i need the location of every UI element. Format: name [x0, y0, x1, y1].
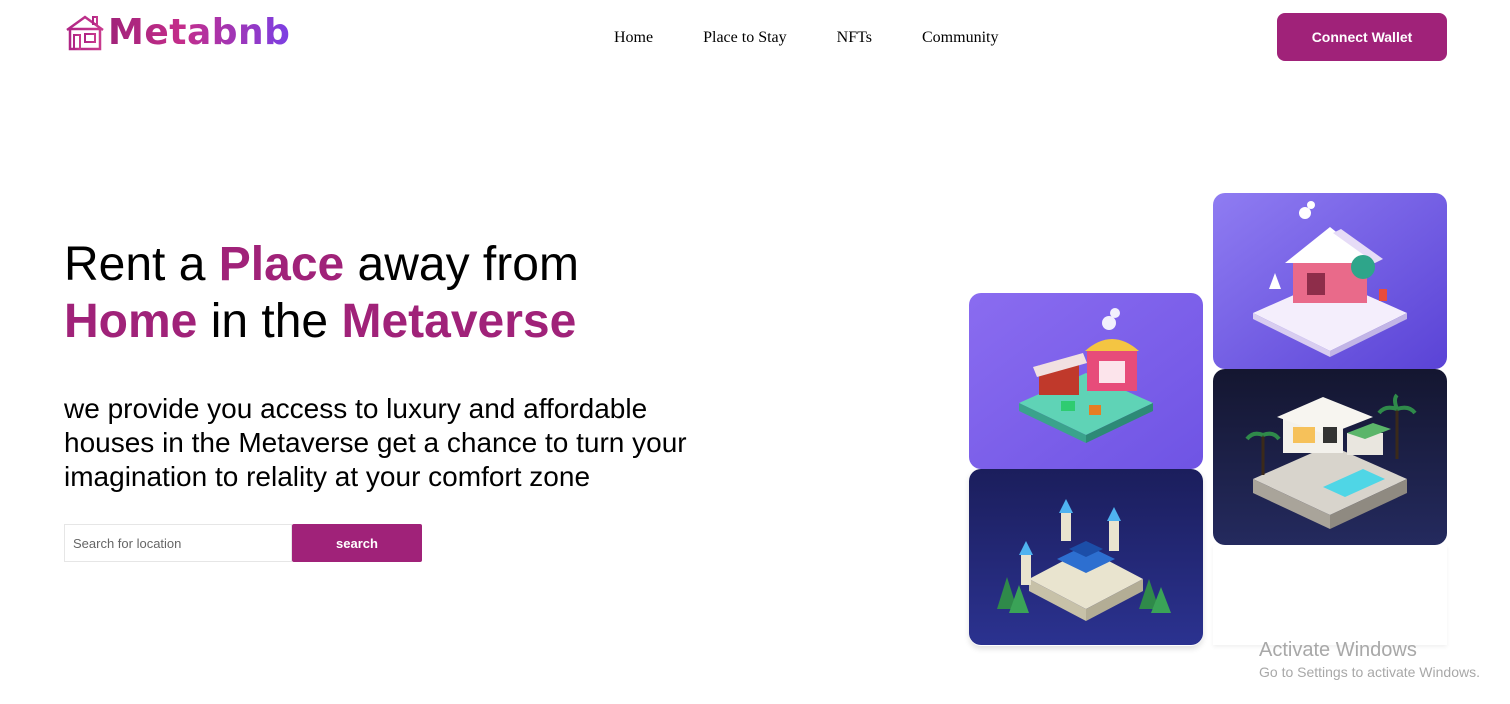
castle-tile[interactable] [969, 469, 1203, 645]
modern-villa-tile[interactable] [1213, 369, 1447, 545]
brand-name: Metabnb [108, 12, 291, 53]
brand-logo[interactable]: Metabnb [64, 12, 290, 53]
headline-text: away from [344, 238, 579, 291]
watermark-title: Activate Windows [1259, 639, 1417, 661]
nav-home[interactable]: Home [614, 28, 653, 48]
headline-highlight: Metaverse [341, 295, 577, 348]
headline-text: in the [197, 295, 342, 348]
nav-nfts[interactable]: NFTs [837, 28, 872, 48]
search-button[interactable]: search [292, 524, 422, 562]
nav-place-to-stay[interactable]: Place to Stay [703, 28, 787, 48]
main-nav: Home Place to Stay NFTs Community [614, 28, 1048, 48]
hero-description: we provide you access to luxury and affo… [64, 393, 687, 492]
search-input[interactable] [64, 524, 292, 562]
blank-card [1213, 545, 1447, 645]
house-icon [64, 14, 106, 52]
hero-headline: Rent a Place away from Home in the Metave… [64, 236, 704, 350]
watermark-subtitle: Go to Settings to activate Windows. [1259, 664, 1480, 680]
headline-highlight: Place [218, 238, 345, 291]
snow-cabin-tile[interactable] [1213, 193, 1447, 369]
search-bar: search [64, 524, 422, 562]
market-stall-tile[interactable] [969, 293, 1203, 469]
nav-community[interactable]: Community [922, 28, 998, 48]
connect-wallet-button[interactable]: Connect Wallet [1277, 13, 1447, 61]
headline-text: Rent a [64, 238, 219, 291]
headline-highlight: Home [64, 295, 198, 348]
windows-activation-watermark: Activate Windows Go to Settings to activ… [1259, 638, 1480, 682]
